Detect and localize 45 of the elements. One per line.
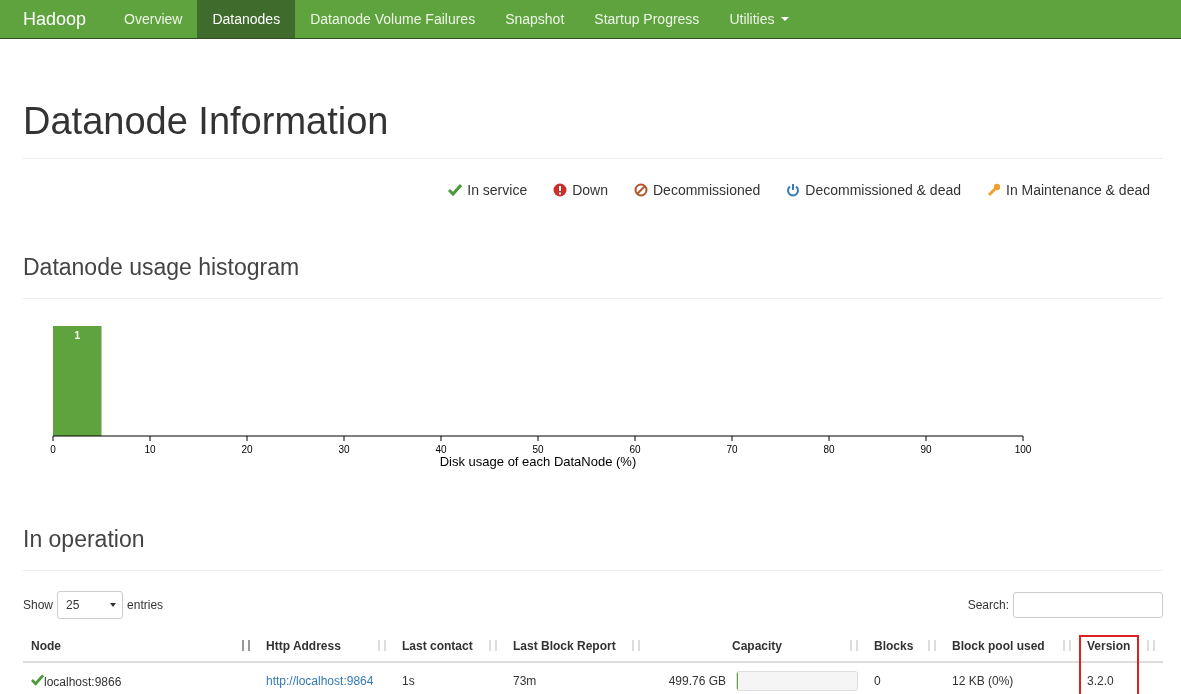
tick-label: 80 — [823, 444, 835, 455]
section-heading: In operation — [23, 526, 146, 552]
tick-label: 60 — [629, 444, 641, 455]
column-header[interactable]: Last Block Report — [505, 627, 648, 662]
column-header[interactable]: Block pool used — [944, 627, 1079, 662]
tick-label: 30 — [338, 444, 350, 455]
page-size-select[interactable]: 25 — [57, 591, 124, 619]
capacity-value: 499.76 GB — [668, 674, 726, 688]
tick-label: 40 — [435, 444, 447, 455]
column-header[interactable]: Http Address — [258, 627, 394, 662]
bar-label: 1 — [74, 330, 81, 341]
table-cell: 12 KB (0%) — [944, 662, 1079, 694]
show-label: Show — [23, 598, 54, 612]
search-field[interactable] — [1013, 592, 1163, 618]
tick-label: 20 — [241, 444, 253, 455]
axis-title: Disk usage of each DataNode (%) — [439, 454, 637, 469]
column-header[interactable]: Last contact — [394, 627, 505, 662]
legend-label: Decommissioned — [653, 182, 761, 198]
table-cell: 0 — [866, 662, 944, 694]
column-header[interactable]: Blocks — [866, 627, 944, 662]
search-label: Search: — [967, 598, 1009, 612]
legend-label: In service — [467, 182, 528, 198]
table-cell: localhost:9866 — [23, 662, 258, 694]
table-cell: 73m — [505, 662, 648, 694]
section-heading: Datanode usage histogram — [23, 254, 301, 280]
tick-label: 100 — [1014, 444, 1032, 455]
tick-label: 0 — [50, 444, 56, 455]
table-cell: 1s — [394, 662, 505, 694]
http-link[interactable]: http://localhost:9864 — [266, 674, 374, 688]
tick-label: 90 — [920, 444, 932, 455]
legend-label: Decommissioned & dead — [805, 182, 961, 198]
entries-label: entries — [127, 598, 164, 612]
legend-label: In Maintenance & dead — [1006, 182, 1150, 198]
legend-label: Down — [572, 182, 608, 198]
nav-tab[interactable]: Datanodes — [197, 0, 296, 38]
column-header[interactable]: Version — [1079, 627, 1163, 662]
column-header[interactable]: Capacity — [648, 627, 866, 662]
page-title: Datanode Information — [23, 100, 390, 142]
caret-icon — [780, 17, 789, 21]
tick-label: 70 — [726, 444, 738, 455]
tick-label: 50 — [532, 444, 544, 455]
caret-icon — [110, 603, 117, 607]
table-cell: 3.2.0 — [1079, 662, 1163, 694]
tick-label: 10 — [144, 444, 156, 455]
column-header[interactable]: Node — [23, 627, 258, 662]
